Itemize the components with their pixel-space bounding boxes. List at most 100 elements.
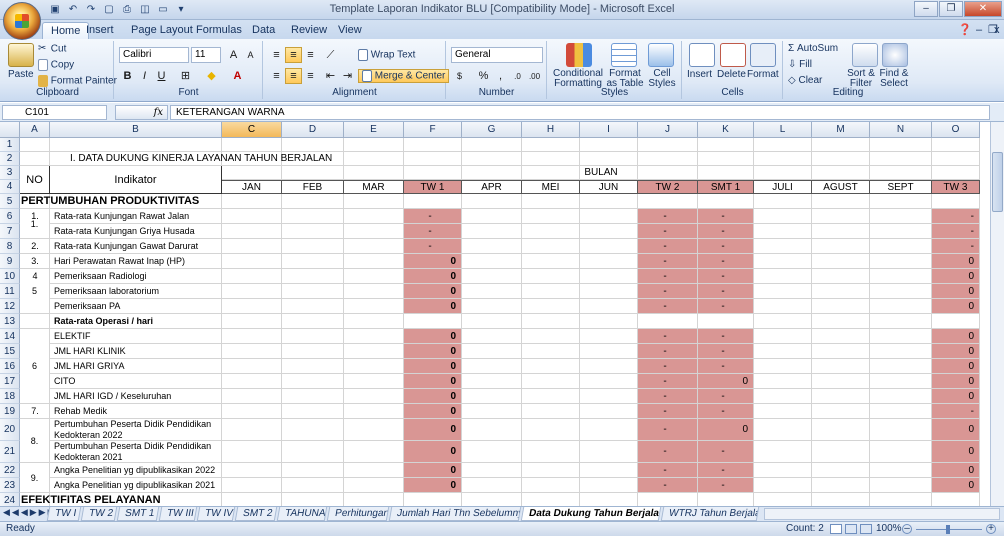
- grid-cell[interactable]: [754, 493, 812, 506]
- grid-cell[interactable]: [754, 152, 812, 166]
- grid-cell[interactable]: [812, 374, 870, 389]
- grid-cell[interactable]: [282, 138, 344, 152]
- grid-cell[interactable]: [522, 478, 580, 493]
- horizontal-scrollbar[interactable]: [764, 508, 1000, 520]
- grid-cell[interactable]: [282, 254, 344, 269]
- grid-cell[interactable]: [870, 299, 932, 314]
- grid-cell[interactable]: [222, 419, 282, 441]
- zoom-out-icon[interactable]: –: [902, 524, 912, 534]
- tab-formulas[interactable]: Formulas: [188, 22, 250, 39]
- sheet-tab[interactable]: WTRJ Tahun Berjalan: [660, 507, 760, 521]
- grid-cell[interactable]: [522, 463, 580, 478]
- scroll-thumb[interactable]: [992, 152, 1003, 212]
- grid-cell[interactable]: [344, 441, 404, 463]
- autosum-button[interactable]: Σ AutoSum: [788, 43, 838, 54]
- align-left-icon[interactable]: ≡: [268, 68, 285, 84]
- grid-cell[interactable]: [932, 314, 980, 329]
- grid-cell[interactable]: [812, 404, 870, 419]
- conditional-formatting-button[interactable]: Conditional Formatting: [552, 69, 604, 89]
- increase-indent-icon[interactable]: ⇥: [339, 68, 356, 84]
- column-header-k[interactable]: K: [698, 122, 754, 138]
- row-header[interactable]: 10: [0, 269, 20, 284]
- grid-cell[interactable]: [50, 138, 222, 152]
- grid-cell[interactable]: [522, 329, 580, 344]
- grid-cell[interactable]: [812, 478, 870, 493]
- grid-cell[interactable]: [522, 269, 580, 284]
- grid-cell[interactable]: [222, 138, 282, 152]
- grid-cell[interactable]: [344, 374, 404, 389]
- grid-cell[interactable]: [754, 239, 812, 254]
- row-header[interactable]: 20: [0, 419, 20, 441]
- grid-cell[interactable]: [580, 329, 638, 344]
- grid-cell[interactable]: [462, 152, 522, 166]
- grid-cell[interactable]: [522, 138, 580, 152]
- grid-cell[interactable]: [754, 269, 812, 284]
- grid-cell[interactable]: [812, 138, 870, 152]
- vertical-scrollbar[interactable]: [990, 122, 1004, 506]
- grid-cell[interactable]: [462, 209, 522, 224]
- column-header-g[interactable]: G: [462, 122, 522, 138]
- grid-cell[interactable]: [754, 419, 812, 441]
- grid-cell[interactable]: [698, 493, 754, 506]
- grid-cell[interactable]: [222, 224, 282, 239]
- name-box[interactable]: C101: [2, 105, 107, 120]
- grid-cell[interactable]: [754, 284, 812, 299]
- align-center-icon[interactable]: ≡: [285, 68, 302, 84]
- sheet-tab[interactable]: TW 2: [80, 507, 118, 521]
- sheet-tab[interactable]: TW I: [46, 507, 82, 521]
- cut-button[interactable]: ✂ Cut: [38, 43, 66, 55]
- grid-cell[interactable]: [812, 329, 870, 344]
- grid-cell[interactable]: [404, 194, 462, 209]
- grid-cell[interactable]: [404, 138, 462, 152]
- column-header-b[interactable]: B: [50, 122, 222, 138]
- formula-input[interactable]: KETERANGAN WARNA: [170, 105, 990, 120]
- grid-cell[interactable]: [222, 404, 282, 419]
- delete-button[interactable]: Delete: [717, 69, 746, 80]
- grid-cell[interactable]: [222, 478, 282, 493]
- grid-cell[interactable]: [222, 254, 282, 269]
- grid-cell[interactable]: [522, 359, 580, 374]
- sort-filter-button[interactable]: Sort & Filter: [846, 69, 876, 89]
- ribbon-close-icon[interactable]: x: [992, 22, 1002, 39]
- column-header-n[interactable]: N: [870, 122, 932, 138]
- grid-cell[interactable]: [870, 374, 932, 389]
- grid-cell[interactable]: [522, 374, 580, 389]
- grid-cell[interactable]: [754, 314, 812, 329]
- sheet-tab[interactable]: Jumlah Hari Thn Sebelumnya: [388, 507, 522, 521]
- tab-data[interactable]: Data: [244, 22, 283, 39]
- grid-cell[interactable]: [462, 441, 522, 463]
- column-header-a[interactable]: A: [20, 122, 50, 138]
- column-header-o[interactable]: O: [932, 122, 980, 138]
- worksheet-grid[interactable]: A B C D E F G H I J K L M N O 1 2 3 4 5 6 7 8 9 10 11 12 13 14 15 16 17…: [0, 122, 1004, 506]
- grid-cell[interactable]: [870, 254, 932, 269]
- grid-cell[interactable]: [222, 284, 282, 299]
- column-header-d[interactable]: D: [282, 122, 344, 138]
- grid-cell[interactable]: [870, 209, 932, 224]
- grid-cell[interactable]: [812, 239, 870, 254]
- page-layout-view-icon[interactable]: [845, 524, 857, 534]
- sheet-tab[interactable]: TAHUNAN: [276, 507, 328, 521]
- row-header[interactable]: 16: [0, 359, 20, 374]
- grid-cell[interactable]: [282, 344, 344, 359]
- column-header-j[interactable]: J: [638, 122, 698, 138]
- grid-cell[interactable]: [638, 194, 698, 209]
- grid-cell[interactable]: [754, 329, 812, 344]
- row-header[interactable]: 5: [0, 194, 20, 209]
- grid-cell[interactable]: [812, 224, 870, 239]
- orientation-icon[interactable]: ⟋: [322, 47, 339, 63]
- sheet-tab[interactable]: Data Dukung Tahun Berjalan: [520, 507, 662, 521]
- grid-cell[interactable]: [344, 269, 404, 284]
- grid-cell[interactable]: [282, 209, 344, 224]
- format-as-table-button[interactable]: Format as Table: [606, 69, 644, 89]
- grid-cell[interactable]: [754, 478, 812, 493]
- grid-cell[interactable]: [580, 239, 638, 254]
- increase-decimal-icon[interactable]: .0: [509, 68, 526, 84]
- grid-cell[interactable]: [462, 254, 522, 269]
- align-top-icon[interactable]: ≡: [268, 47, 285, 63]
- sheet-tab[interactable]: SMT 2: [234, 507, 278, 521]
- grid-cell[interactable]: [20, 314, 50, 329]
- fill-color-icon[interactable]: ◆: [203, 68, 220, 84]
- row-header[interactable]: 21: [0, 441, 20, 463]
- grid-cell[interactable]: [282, 478, 344, 493]
- grid-cell[interactable]: [754, 224, 812, 239]
